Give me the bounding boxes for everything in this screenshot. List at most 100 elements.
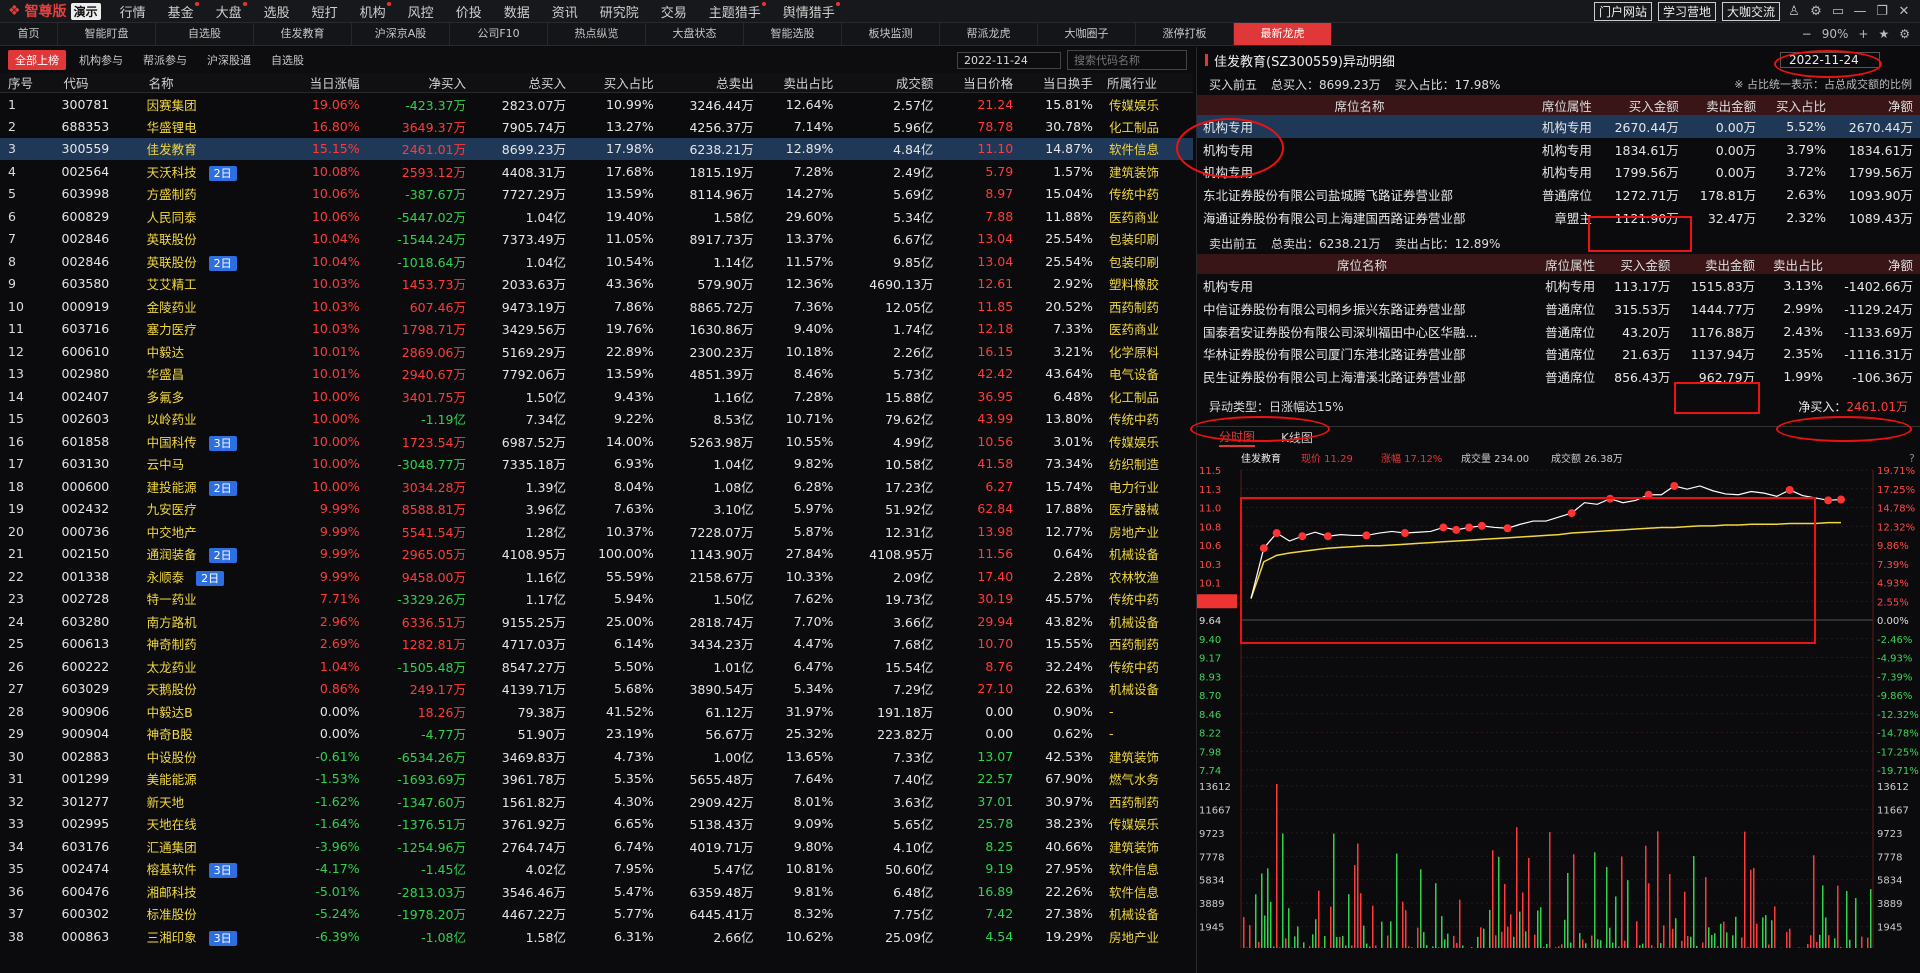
learning-button[interactable]: 学习营地 [1657, 1, 1716, 21]
tab-3[interactable]: 佳发教育 [254, 23, 352, 45]
tab-4[interactable]: 沪深京A股 [352, 23, 450, 45]
table-row[interactable]: 16 601858 中国科传 3日 10.00% 1723.54万 6987.52万 14.0… [0, 430, 1193, 453]
col-header-8[interactable]: 卖出占比 [759, 73, 840, 93]
menu-item-4[interactable]: 短打 [301, 2, 349, 21]
tab-10[interactable]: 帮派龙虎 [940, 23, 1038, 45]
minimize-icon[interactable]: — [1852, 4, 1868, 19]
date-picker[interactable]: 2022-11-24 [957, 51, 1061, 69]
menu-item-9[interactable]: 资讯 [541, 2, 589, 21]
stock-name[interactable]: 人民同泰 [141, 205, 286, 228]
user-icon[interactable]: ♙ [1786, 4, 1802, 19]
table-row[interactable]: 30 002883 中设股份 -0.61% -6534.26万 3469.83万 4.73%… [0, 745, 1193, 768]
tab-1[interactable]: 智能盯盘 [58, 23, 156, 45]
table-row[interactable]: 11 603716 塞力医疗 10.03% 1798.71万 3429.56万 19.76%… [0, 318, 1193, 341]
table-row[interactable]: 29 900904 神奇B股 0.00% -4.77万 51.90万 23.19% 56.67… [0, 723, 1193, 746]
tab-8[interactable]: 智能选股 [744, 23, 842, 45]
stock-name[interactable]: 多氟多 [141, 385, 286, 408]
seat-row[interactable]: 东北证券股份有限公司盐城腾飞路证券营业部 普通席位 1272.71万 178.81万 2… [1197, 183, 1920, 206]
stock-name[interactable]: 通润装备 2日 [141, 543, 286, 566]
tab-0[interactable]: 首页 [0, 23, 58, 45]
settings-icon[interactable]: ⚙ [1808, 4, 1824, 19]
stock-name[interactable]: 艾艾精工 [141, 273, 286, 296]
col-header-7[interactable]: 总卖出 [659, 73, 760, 93]
menu-item-8[interactable]: 数据 [493, 2, 541, 21]
table-row[interactable]: 6 600829 人民同泰 10.06% -5447.02万 1.04亿 19.40% 1.5… [0, 205, 1193, 228]
stock-name[interactable]: 云中马 [141, 453, 286, 476]
col-header-2[interactable]: 名称 [140, 73, 286, 93]
table-row[interactable]: 31 001299 美能能源 -1.53% -1693.69万 3961.78万 5.35%… [0, 768, 1193, 791]
table-row[interactable]: 10 000919 金陵药业 10.03% 607.46万 9473.19万 7.86% 88… [0, 295, 1193, 318]
table-row[interactable]: 17 603130 云中马 10.00% -3048.77万 7335.18万 6.93% 1… [0, 453, 1193, 476]
menu-item-7[interactable]: 价投 [445, 2, 493, 21]
table-row[interactable]: 34 603176 汇通集团 -3.96% -1254.96万 2764.74万 6.74%… [0, 835, 1193, 858]
search-input[interactable]: 搜索代码名称 [1067, 50, 1187, 70]
tab-5[interactable]: 公司F10 [450, 23, 548, 45]
table-row[interactable]: 24 603280 南方路机 2.96% 6336.51万 9155.25万 25.00% 2… [0, 610, 1193, 633]
table-row[interactable]: 9 603580 艾艾精工 10.03% 1453.73万 2033.63万 43.36% 5… [0, 273, 1193, 296]
table-row[interactable]: 28 900906 中毅达B 0.00% 18.26万 79.38万 41.52% 61.12… [0, 700, 1193, 723]
menu-item-1[interactable]: 基金 [157, 1, 205, 21]
table-row[interactable]: 8 002846 英联股份 2日 10.04% -1018.64万 1.04亿 10.54% 1… [0, 250, 1193, 273]
col-header-4[interactable]: 净买入 [365, 73, 472, 93]
menu-item-11[interactable]: 交易 [650, 2, 698, 21]
subtab-2[interactable]: 帮派参与 [136, 50, 194, 70]
table-row[interactable]: 15 002603 以岭药业 10.00% -1.19亿 7.34亿 9.22% 8.53亿 1… [0, 408, 1193, 431]
close-icon[interactable]: ✕ [1896, 4, 1912, 19]
stock-name[interactable]: 太龙药业 [141, 655, 286, 678]
stock-name[interactable]: 中设股份 [141, 745, 286, 768]
stock-name[interactable]: 英联股份 2日 [141, 250, 286, 273]
stock-name[interactable]: 特一药业 [141, 588, 286, 611]
stock-name[interactable]: 建投能源 2日 [141, 475, 286, 498]
table-row[interactable]: 25 600613 神奇制药 2.69% 1282.81万 4717.03万 6.14% 34… [0, 633, 1193, 656]
screen-icon[interactable]: ▭ [1830, 4, 1846, 19]
stock-name[interactable]: 英联股份 [141, 228, 286, 251]
stock-name[interactable]: 新天地 [141, 790, 286, 813]
stock-name[interactable]: 华盛昌 [141, 363, 286, 386]
menu-item-13[interactable]: 舆情猎手 [772, 1, 846, 21]
stock-name[interactable]: 永顺泰 2日 [141, 565, 286, 588]
stock-name[interactable]: 中国科传 3日 [141, 430, 286, 453]
table-row[interactable]: 37 600302 标准股份 -5.24% -1978.20万 4467.22万 5.77%… [0, 903, 1193, 926]
star-icon[interactable]: ★ [1878, 27, 1889, 41]
table-row[interactable]: 2 688353 华盛锂电 16.80% 3649.37万 7905.74万 13.27% 4… [0, 115, 1193, 138]
tab-9[interactable]: 板块监测 [842, 23, 940, 45]
stock-name[interactable]: 佳发教育 [140, 137, 286, 160]
stock-name[interactable]: 三湘印象 3日 [141, 925, 286, 948]
stock-name[interactable]: 榕基软件 3日 [141, 858, 286, 881]
table-row[interactable]: 38 000863 三湘印象 3日 -6.39% -1.08亿 1.58亿 6.31% 2.66… [0, 925, 1193, 948]
stock-name[interactable]: 神奇制药 [141, 633, 286, 656]
subtab-3[interactable]: 沪深股通 [200, 50, 258, 70]
zoom-level[interactable]: 90% [1822, 27, 1849, 41]
seat-row[interactable]: 中信证券股份有限公司桐乡振兴东路证券营业部 普通席位 315.53万 1444.77万… [1197, 297, 1920, 320]
stock-name[interactable]: 金陵药业 [141, 295, 286, 318]
col-header-11[interactable]: 当日换手 [1019, 73, 1099, 93]
table-row[interactable]: 5 603998 方盛制药 10.06% -387.67万 7727.29万 13.59% 8… [0, 183, 1193, 206]
stock-name[interactable]: 中交地产 [141, 520, 286, 543]
community-button[interactable]: 大咖交流 [1721, 1, 1780, 21]
stock-name[interactable]: 天鹅股份 [141, 678, 286, 701]
table-row[interactable]: 14 002407 多氟多 10.00% 3401.75万 1.50亿 9.43% 1.16亿… [0, 385, 1193, 408]
stock-name[interactable]: 湘邮科技 [141, 880, 286, 903]
stock-name[interactable]: 美能能源 [141, 768, 286, 791]
stock-name[interactable]: 天地在线 [141, 813, 286, 836]
table-row[interactable]: 20 000736 中交地产 9.99% 5541.54万 1.28亿 10.37% 7228… [0, 520, 1193, 543]
seat-row[interactable]: 民生证券股份有限公司上海漕溪北路证券营业部 普通席位 856.43万 962.79万 1… [1197, 365, 1920, 388]
table-row[interactable]: 23 002728 特一药业 7.71% -3329.26万 1.17亿 5.94% 1.50… [0, 588, 1193, 611]
menu-item-6[interactable]: 风控 [397, 2, 445, 21]
seat-row[interactable]: 华林证券股份有限公司厦门东港北路证券营业部 普通席位 21.63万 1137.94万 2… [1197, 343, 1920, 366]
table-row[interactable]: 19 002432 九安医疗 9.99% 8588.81万 3.96亿 7.63% 3.10亿… [0, 498, 1193, 521]
stock-name[interactable]: 标准股份 [141, 903, 286, 926]
stock-name[interactable]: 以岭药业 [141, 408, 286, 431]
menu-item-10[interactable]: 研究院 [589, 2, 650, 21]
col-header-0[interactable]: 序号 [0, 73, 56, 93]
portal-button[interactable]: 门户网站 [1593, 1, 1652, 21]
stock-name[interactable]: 华盛锂电 [141, 115, 286, 138]
stock-name[interactable]: 神奇B股 [141, 723, 286, 746]
menu-item-12[interactable]: 主题猎手 [698, 1, 772, 21]
stock-name[interactable]: 方盛制药 [141, 183, 286, 206]
table-row[interactable]: 22 001338 永顺泰 2日 9.99% 9458.00万 1.16亿 55.59% 215… [0, 565, 1193, 588]
col-header-1[interactable]: 代码 [55, 73, 141, 93]
col-header-9[interactable]: 成交额 [839, 73, 940, 93]
gear-icon[interactable]: ⚙ [1899, 27, 1910, 41]
table-row[interactable]: 1 300781 因赛集团 19.06% -423.37万 2823.07万 10.99% 3… [0, 93, 1193, 116]
